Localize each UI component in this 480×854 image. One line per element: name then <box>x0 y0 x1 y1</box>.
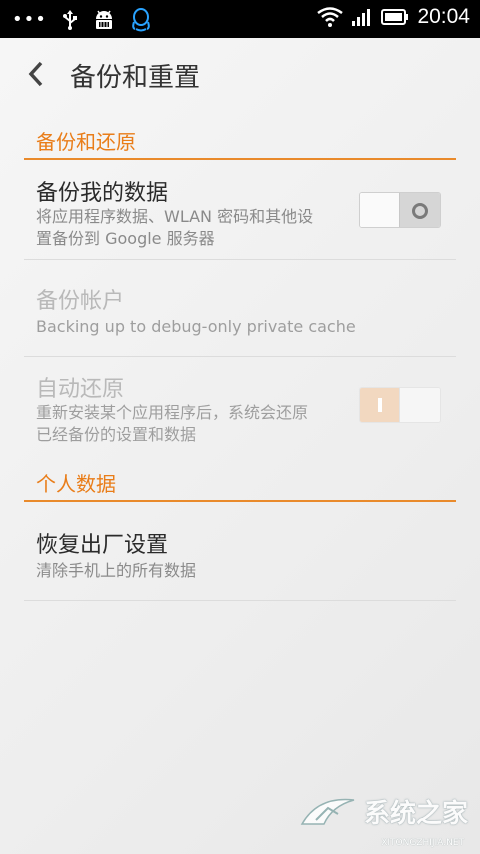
setting-title: 备份帐户 <box>36 289 125 314</box>
setting-summary-line-2: 已经备份的设置和数据 <box>36 425 197 444</box>
usb-icon <box>62 10 77 30</box>
qq-penguin-icon <box>132 8 150 32</box>
watermark-logo-icon <box>300 798 355 825</box>
setting-summary-line-2: 置备份到 Google 服务器 <box>36 229 215 248</box>
on-bar-icon <box>378 398 382 412</box>
toggle-track <box>360 193 400 227</box>
setting-title: 备份我的数据 <box>36 181 169 206</box>
watermark-url: XITONGZHIJIA.NET <box>381 838 464 848</box>
battery-icon <box>381 9 409 25</box>
section-header-backup-restore: 备份和还原 <box>36 130 136 154</box>
section-header-personal-data: 个人数据 <box>36 472 116 496</box>
backup-data-toggle[interactable] <box>359 192 441 228</box>
row-divider <box>24 600 456 601</box>
setting-title: 自动还原 <box>36 377 125 402</box>
action-bar: 备份和重置 <box>0 38 480 114</box>
row-divider <box>24 356 456 357</box>
clock: 20:04 <box>417 5 470 28</box>
settings-screen: 备份和重置 备份和还原 备份我的数据 将应用程序数据、WLAN 密码和其他设 置… <box>0 38 480 854</box>
back-arrow-icon[interactable] <box>26 60 46 88</box>
wifi-icon <box>317 7 344 27</box>
section-divider <box>24 158 456 160</box>
watermark-text: 系统之家 <box>363 799 468 829</box>
overflow-dots-icon: ••• <box>12 9 47 30</box>
setting-summary: 清除手机上的所有数据 <box>36 561 197 580</box>
setting-summary-line-1: 重新安装某个应用程序后，系统会还原 <box>36 403 309 422</box>
setting-summary-line-1: 将应用程序数据、WLAN 密码和其他设 <box>36 207 314 226</box>
setting-summary: Backing up to debug-only private cache <box>36 317 356 336</box>
off-circle-icon <box>412 203 428 219</box>
status-bar: ••• 20:04 <box>0 0 480 38</box>
toggle-knob <box>360 388 400 422</box>
row-divider <box>24 259 456 260</box>
page-title: 备份和重置 <box>70 63 201 93</box>
android-debug-icon <box>95 10 112 29</box>
toggle-knob <box>399 193 440 227</box>
watermark: 系统之家 <box>298 793 468 830</box>
signal-icon <box>352 9 371 26</box>
auto-restore-toggle <box>359 387 441 423</box>
section-divider <box>24 500 456 502</box>
toggle-track <box>399 388 440 422</box>
setting-title: 恢复出厂设置 <box>36 533 169 558</box>
